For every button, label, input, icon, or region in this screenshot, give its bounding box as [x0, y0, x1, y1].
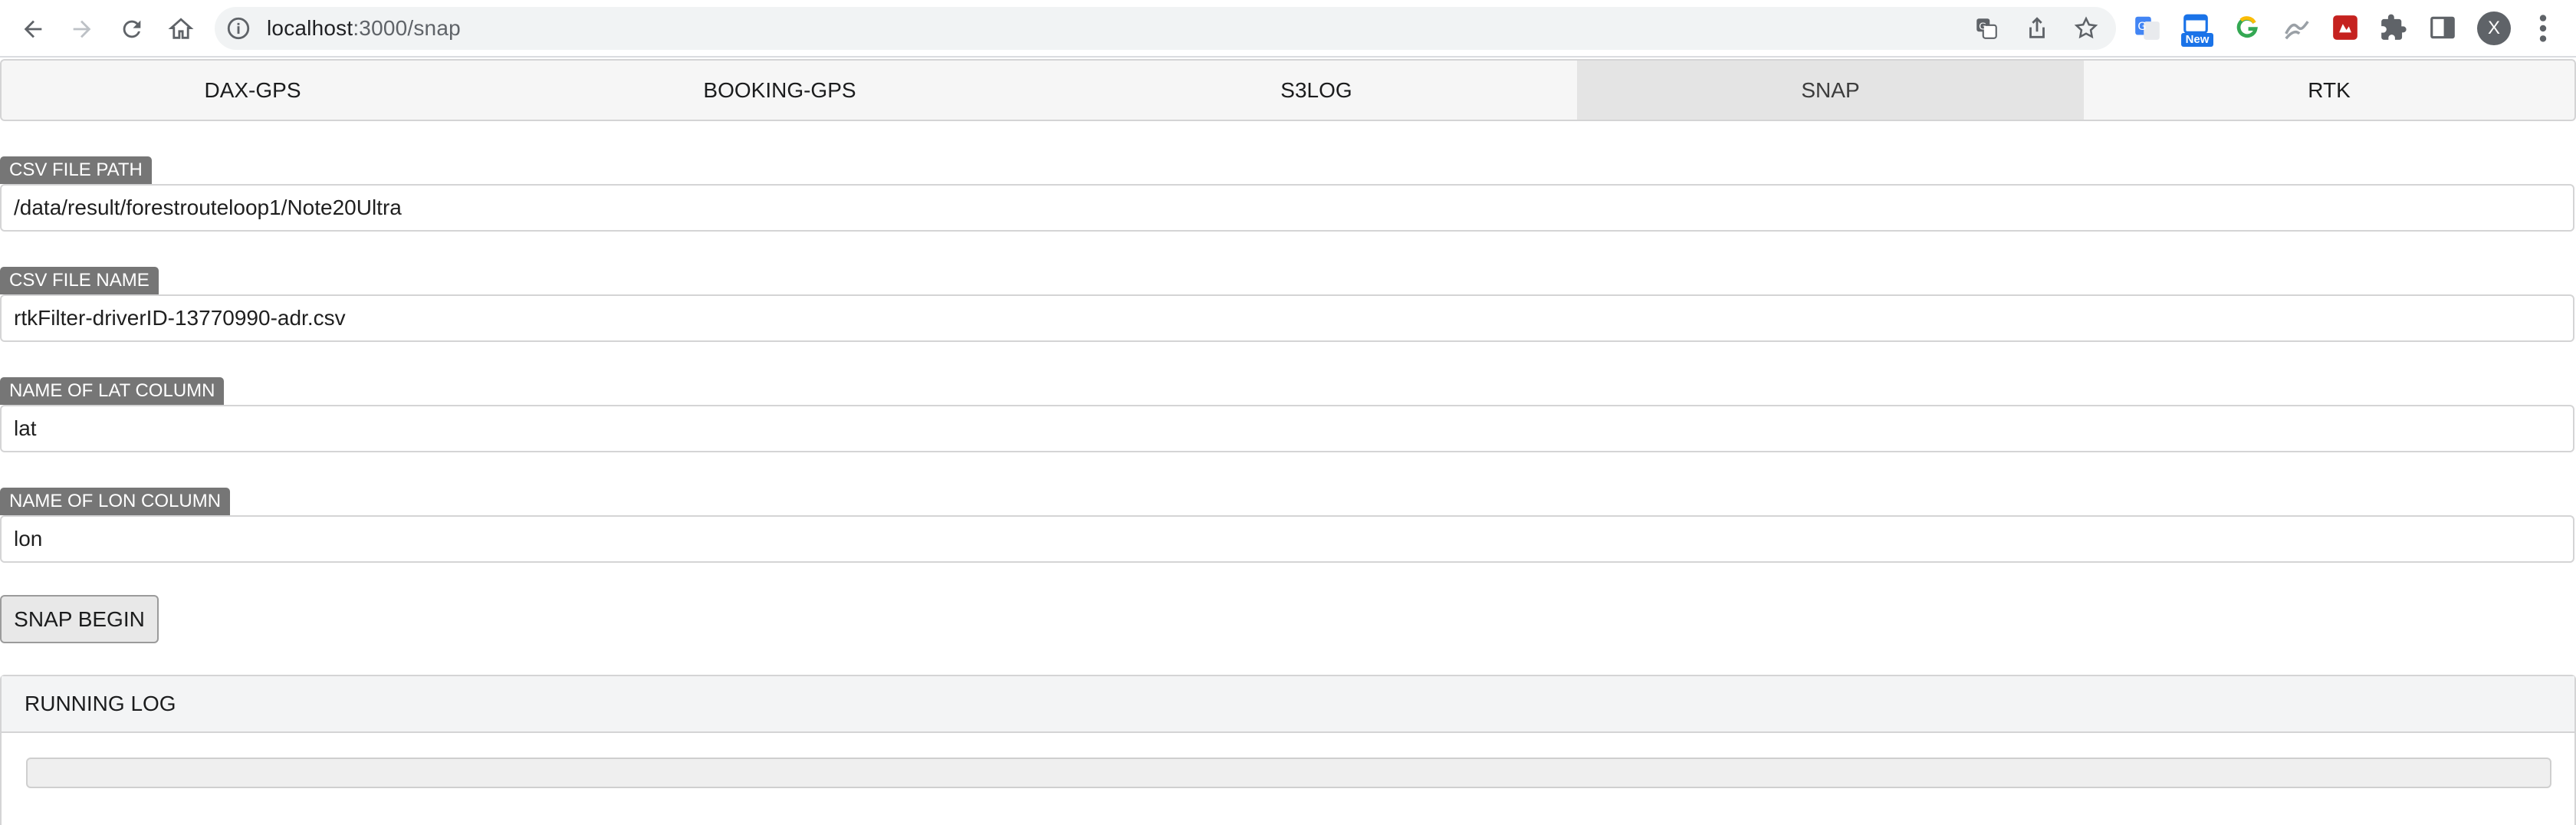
- csv-path-label: CSV FILE PATH: [0, 156, 152, 184]
- translate-extension-icon: G: [2135, 16, 2160, 40]
- red-extension[interactable]: [2329, 12, 2361, 44]
- tab-snap[interactable]: SNAP: [1577, 61, 2084, 120]
- running-log-panel: RUNNING LOG: [0, 675, 2576, 825]
- gesture-extension[interactable]: [2281, 12, 2313, 44]
- back-button[interactable]: [15, 11, 51, 48]
- new-badge: New: [2181, 33, 2213, 47]
- translate-icon[interactable]: G: [1973, 15, 1999, 41]
- reload-icon: [123, 20, 141, 38]
- extensions-button[interactable]: [2377, 12, 2410, 44]
- log-progress-bar: [26, 758, 2551, 788]
- home-button[interactable]: [163, 11, 199, 48]
- url-path: :3000/snap: [353, 16, 461, 40]
- profile-avatar[interactable]: X: [2477, 12, 2511, 45]
- lon-column-input[interactable]: [0, 515, 2574, 563]
- more-menu-icon[interactable]: [2532, 11, 2555, 46]
- google-translate-extension[interactable]: G: [2131, 12, 2164, 44]
- home-icon: [168, 18, 194, 39]
- red-app-icon: [2333, 15, 2358, 40]
- address-bar[interactable]: localhost:3000/snap G: [215, 7, 2116, 50]
- grammarly-extension[interactable]: [2231, 12, 2263, 44]
- lon-column-label: NAME OF LON COLUMN: [0, 488, 231, 515]
- side-panel-button[interactable]: [2426, 12, 2459, 44]
- browser-toolbar: localhost:3000/snap G G New X: [0, 0, 2576, 58]
- csv-path-input[interactable]: [0, 184, 2574, 232]
- tab-s3log[interactable]: S3LOG: [1056, 61, 1577, 120]
- puzzle-icon: [2381, 14, 2407, 40]
- main-tab-menu: DAX-GPS BOOKING-GPS S3LOG SNAP RTK: [0, 59, 2576, 121]
- arrow-right-icon: [73, 20, 91, 38]
- site-info-icon[interactable]: [225, 15, 251, 41]
- running-log-title: RUNNING LOG: [2, 676, 2574, 733]
- svg-text:G: G: [1979, 21, 1986, 32]
- lat-column-label: NAME OF LAT COLUMN: [0, 377, 225, 405]
- grammar-g-icon: [2236, 16, 2258, 38]
- url-host: localhost: [267, 16, 353, 40]
- csv-name-input[interactable]: [0, 294, 2574, 342]
- forward-button[interactable]: [64, 11, 100, 48]
- snap-begin-button[interactable]: SNAP BEGIN: [0, 595, 159, 643]
- new-extension[interactable]: New: [2180, 12, 2213, 47]
- arrow-left-icon: [24, 20, 42, 38]
- csv-name-field: CSV FILE NAME: [0, 267, 2576, 342]
- side-panel-icon: [2430, 16, 2455, 39]
- tab-booking-gps[interactable]: BOOKING-GPS: [504, 61, 1056, 120]
- reload-button[interactable]: [113, 11, 150, 48]
- url-text[interactable]: localhost:3000/snap: [267, 7, 461, 50]
- gesture-icon: [2285, 21, 2309, 40]
- svg-text:G: G: [2137, 21, 2146, 33]
- share-icon[interactable]: [2024, 15, 2050, 41]
- tab-rtk[interactable]: RTK: [2084, 61, 2574, 120]
- lat-column-field: NAME OF LAT COLUMN: [0, 377, 2576, 452]
- csv-path-field: CSV FILE PATH: [0, 156, 2576, 232]
- bookmark-star-icon[interactable]: [2073, 15, 2099, 41]
- csv-name-label: CSV FILE NAME: [0, 267, 159, 294]
- lat-column-input[interactable]: [0, 405, 2574, 452]
- tab-dax-gps[interactable]: DAX-GPS: [2, 61, 504, 120]
- lon-column-field: NAME OF LON COLUMN: [0, 488, 2576, 563]
